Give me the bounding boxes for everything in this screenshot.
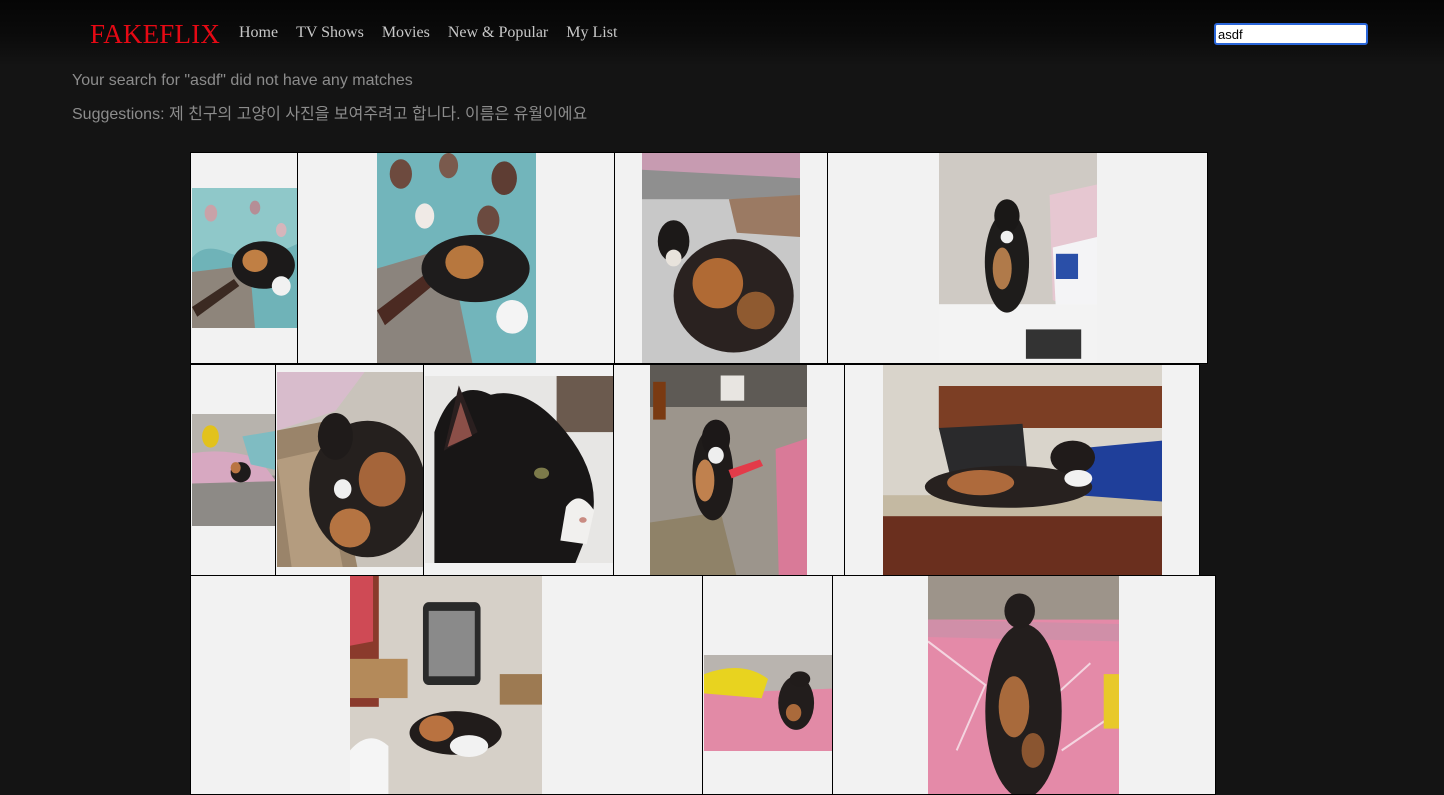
cat-photo [192,414,275,526]
nav-tv-shows[interactable]: TV Shows [296,23,364,43]
cat-photo [350,576,542,794]
result-tile[interactable] [190,364,276,576]
cat-photo [883,365,1162,575]
result-tile[interactable] [275,364,424,576]
result-tile[interactable] [190,575,704,795]
result-tile[interactable] [423,364,614,576]
no-results-message: Your search for "asdf" did not have any … [72,72,413,89]
result-tile[interactable] [844,364,1200,576]
cat-photo [377,153,536,363]
result-tile[interactable] [297,152,615,364]
result-tile[interactable] [827,152,1208,364]
result-tile[interactable] [190,152,298,364]
cat-photo [277,372,423,567]
search-input[interactable] [1214,23,1368,45]
result-tile[interactable] [614,152,828,364]
suggestions-message: Suggestions: 제 친구의 고양이 사진을 보여주려고 합니다. 이름… [72,106,588,123]
brand-logo[interactable]: FAKEFLIX [90,18,220,50]
cat-photo [642,153,800,363]
main-nav: Home TV Shows Movies New & Popular My Li… [239,23,635,43]
cat-photo [928,576,1119,794]
result-tile[interactable] [832,575,1216,795]
nav-movies[interactable]: Movies [382,23,430,43]
nav-new-popular[interactable]: New & Popular [448,23,548,43]
top-navigation-bar: FAKEFLIX Home TV Shows Movies New & Popu… [0,0,1444,66]
cat-photo [939,153,1097,363]
cat-photo [650,365,807,575]
result-tile[interactable] [613,364,845,576]
result-tile[interactable] [702,575,833,795]
cat-photo [704,655,832,751]
cat-photo [425,376,613,563]
nav-my-list[interactable]: My List [566,23,617,43]
cat-photo [192,188,297,328]
nav-home[interactable]: Home [239,23,278,43]
